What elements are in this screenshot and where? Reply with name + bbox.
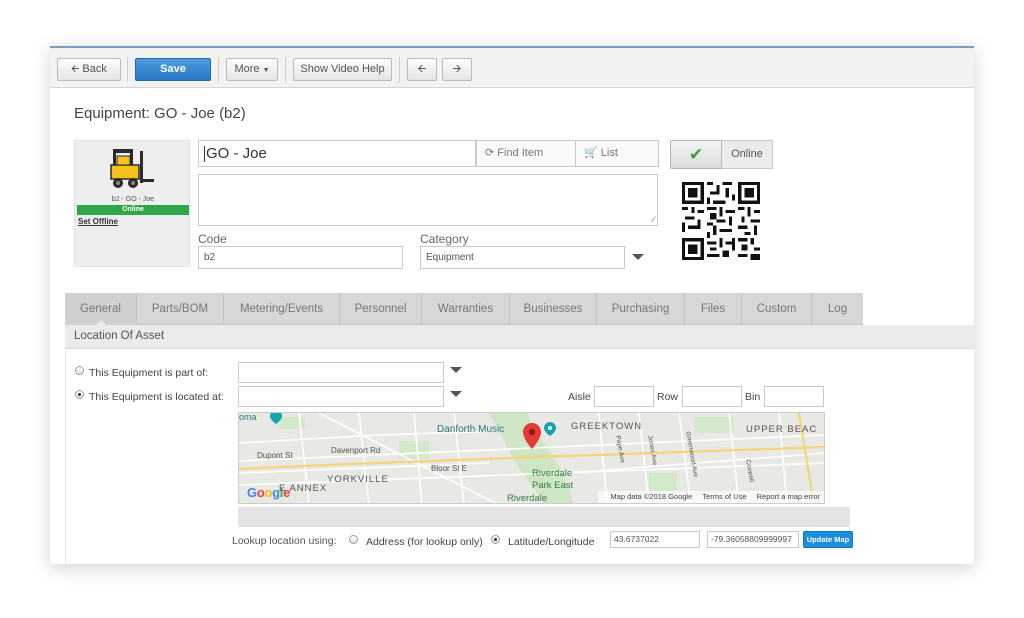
description-textarea[interactable]: ∕∕ — [198, 174, 658, 226]
caret-down-icon: ▼ — [262, 67, 270, 74]
online-toggle-button[interactable]: ✔ — [670, 140, 722, 169]
location-map[interactable]: oma Danforth Music GREEKTOWN UPPER BEAC … — [238, 412, 825, 504]
toolbar-divider — [127, 57, 128, 83]
set-offline-link[interactable]: Set Offline — [78, 217, 118, 226]
arrow-left-icon: 🡨 — [417, 63, 427, 75]
lookup-label: Lookup location using: — [232, 535, 337, 547]
arrow-left-icon: 🡨 — [71, 64, 80, 75]
tab-businesses[interactable]: Businesses — [510, 293, 597, 325]
address-display-bar — [238, 507, 850, 527]
map-label: UPPER BEAC — [746, 424, 818, 435]
latlng-option-label: Latitude/Longitude — [508, 536, 595, 548]
located-at-dropdown-icon[interactable] — [450, 391, 462, 397]
tab-custom[interactable]: Custom — [742, 293, 812, 325]
online-status-badge: Online — [77, 205, 189, 215]
code-input[interactable]: b2 — [198, 246, 403, 269]
list-button[interactable]: 🛒 List — [575, 140, 659, 167]
tab-warranties[interactable]: Warranties — [422, 293, 510, 325]
arrow-right-icon: 🡪 — [452, 63, 462, 75]
part-of-input[interactable] — [238, 362, 444, 383]
location-marker-icon — [270, 413, 282, 424]
google-logo: Google — [247, 485, 291, 500]
map-label: Riverdale — [532, 468, 573, 479]
bin-input[interactable] — [764, 386, 824, 407]
toolbar-divider — [399, 57, 400, 83]
map-attribution: Map data ©2018 Google Terms of Use Repor… — [598, 491, 824, 503]
category-label: Category — [420, 232, 469, 246]
equipment-window: 🡨 Back Save More ▼ Show Video Help 🡨 🡪 E… — [50, 46, 974, 564]
map-pin-icon — [523, 423, 541, 449]
update-map-button[interactable]: Update Map — [803, 531, 853, 548]
row-input[interactable] — [682, 386, 742, 407]
located-at-label: This Equipment is located at: — [89, 391, 224, 403]
refresh-icon: ⟳ — [485, 147, 495, 159]
music-venue-icon — [544, 422, 556, 436]
part-of-label: This Equipment is part of: — [89, 367, 209, 379]
toolbar-divider — [285, 57, 286, 83]
row-label: Row — [657, 391, 679, 403]
equipment-thumbnail: b2 - GO - Joe Online Set Offline — [74, 140, 190, 267]
qr-code-icon — [682, 182, 760, 260]
longitude-input[interactable]: -79.36058809999997 — [707, 531, 799, 548]
address-option-label: Address (for lookup only) — [366, 536, 483, 548]
section-title: Location Of Asset — [74, 330, 165, 342]
tab-log[interactable]: Log — [812, 293, 863, 325]
map-label: YORKVILLE — [327, 474, 389, 485]
map-label: Dupont St — [257, 451, 293, 460]
part-of-radio[interactable] — [75, 366, 84, 375]
previous-record-button[interactable]: 🡨 — [407, 58, 437, 81]
tab-personnel[interactable]: Personnel — [340, 293, 422, 325]
tab-general[interactable]: General — [65, 293, 137, 326]
save-button[interactable]: Save — [135, 58, 211, 81]
latlng-radio[interactable] — [491, 535, 500, 544]
bin-label: Bin — [745, 391, 761, 403]
resize-handle-icon[interactable]: ∕∕ — [652, 215, 655, 224]
located-at-input[interactable] — [238, 386, 444, 407]
tab-metering-events[interactable]: Metering/Events — [224, 293, 340, 325]
toolbar-divider — [218, 57, 219, 83]
show-video-help-button[interactable]: Show Video Help — [293, 58, 392, 81]
latitude-input[interactable]: 43.6737022 — [610, 531, 700, 548]
map-label: Riverdale — [507, 493, 548, 504]
part-of-dropdown-icon[interactable] — [450, 367, 462, 373]
online-status-label[interactable]: Online — [722, 140, 773, 169]
more-dropdown[interactable]: More ▼ — [226, 58, 278, 81]
forklift-icon — [110, 149, 154, 188]
map-label: Davenport Rd — [331, 446, 381, 455]
location-section-header: Location Of Asset — [65, 325, 974, 349]
toolbar: 🡨 Back Save More ▼ Show Video Help 🡨 🡪 — [50, 48, 974, 88]
equipment-name-input[interactable]: GO - Joe — [198, 140, 476, 167]
code-label: Code — [198, 232, 227, 246]
tab-bar: General Parts/BOM Metering/Events Person… — [65, 293, 863, 326]
located-at-radio[interactable] — [75, 390, 84, 399]
cart-icon: 🛒 — [584, 147, 598, 159]
terms-of-use-link[interactable]: Terms of Use — [702, 492, 746, 501]
report-map-error-link[interactable]: Report a map error — [757, 492, 820, 501]
map-label: Bloor St E — [431, 464, 468, 473]
find-item-button[interactable]: ⟳ Find Item — [476, 140, 576, 167]
map-label: oma — [239, 412, 257, 422]
tab-parts-bom[interactable]: Parts/BOM — [137, 293, 224, 325]
category-select[interactable]: Equipment — [420, 246, 625, 269]
text-cursor — [204, 146, 205, 163]
aisle-input[interactable] — [594, 386, 654, 407]
tab-files[interactable]: Files — [685, 293, 742, 325]
map-label: GREEKTOWN — [571, 421, 643, 432]
map-label: Park East — [532, 480, 574, 491]
checkmark-icon: ✔ — [688, 145, 704, 164]
back-button[interactable]: 🡨 Back — [57, 58, 121, 81]
page-title: Equipment: GO - Joe (b2) — [74, 105, 246, 122]
category-dropdown-icon[interactable] — [632, 254, 644, 260]
address-radio[interactable] — [349, 535, 358, 544]
thumbnail-caption: b2 - GO - Joe — [111, 196, 155, 203]
map-label: Danforth Music — [437, 424, 505, 435]
aisle-label: Aisle — [568, 391, 591, 403]
tab-purchasing[interactable]: Purchasing — [597, 293, 685, 325]
next-record-button[interactable]: 🡪 — [442, 58, 472, 81]
